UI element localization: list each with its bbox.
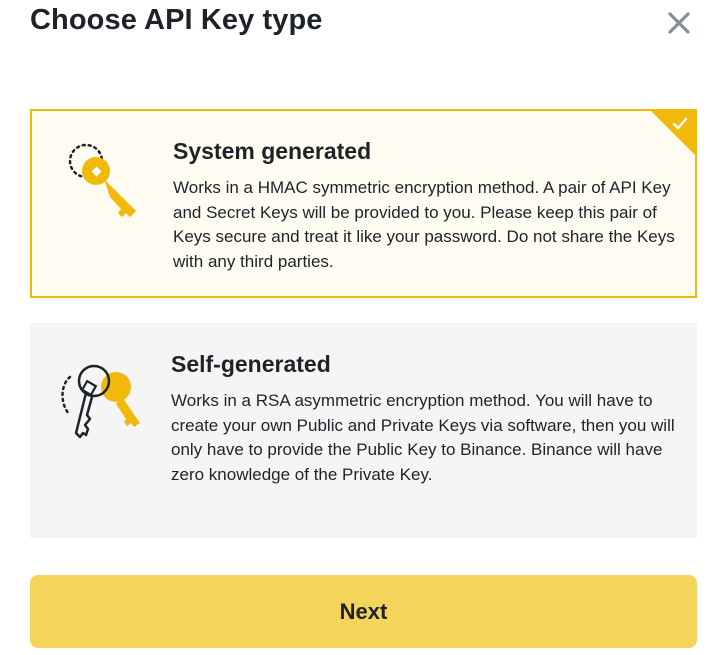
keypair-icon [56,357,148,448]
option-title: System generated [173,138,372,164]
dialog-title: Choose API Key type [30,4,323,36]
option-title: Self-generated [171,351,331,377]
next-button[interactable]: Next [30,575,697,648]
system-key-icon [60,139,144,228]
option-self-generated[interactable]: Self-generated Works in a RSA asymmetric… [30,323,697,538]
option-description: Works in a RSA asymmetric encryption met… [171,391,675,484]
close-icon[interactable] [664,8,694,38]
option-system-generated[interactable]: System generated Works in a HMAC symmetr… [30,109,697,298]
option-description: Works in a HMAC symmetric encryption met… [173,178,675,271]
selected-check-icon [651,111,695,155]
